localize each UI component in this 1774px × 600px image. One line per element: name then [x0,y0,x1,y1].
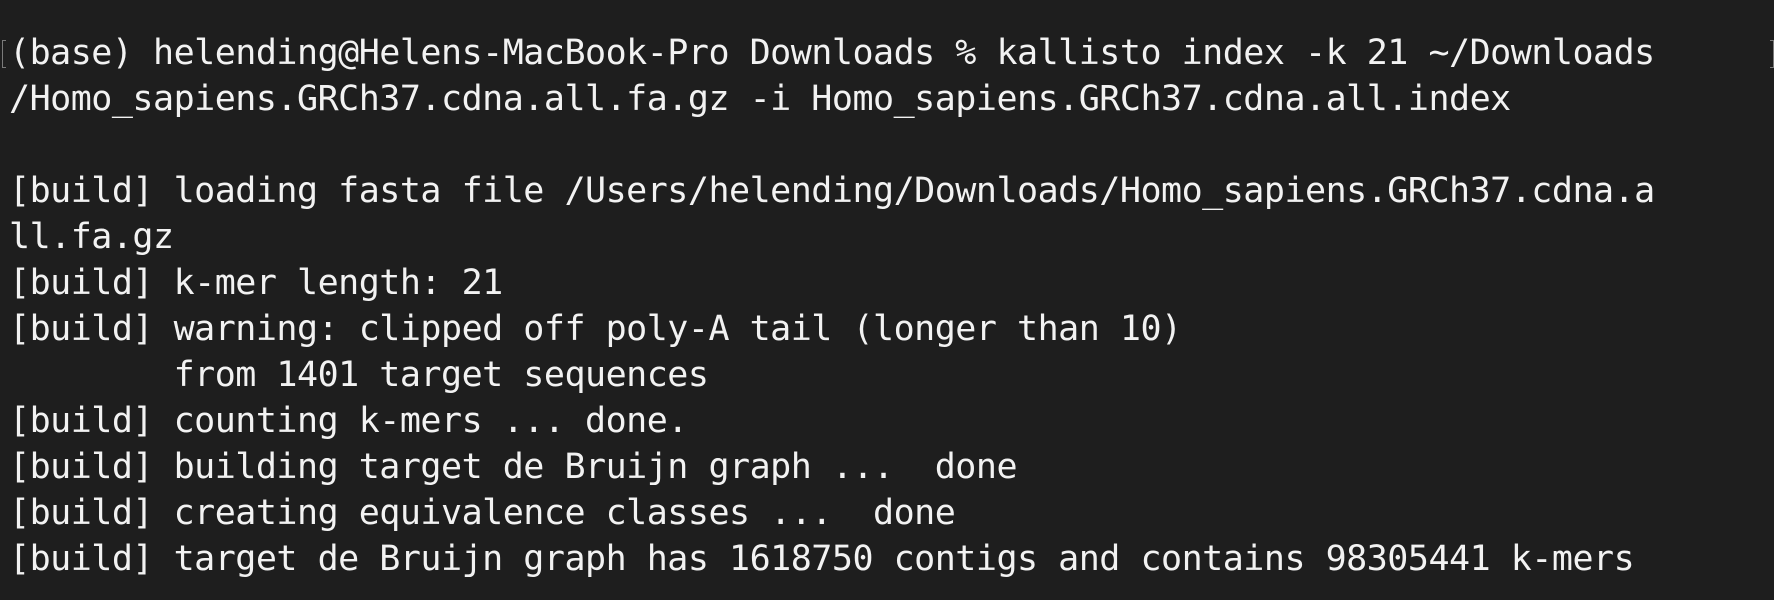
output-line: [build] creating equivalence classes ...… [9,493,956,533]
output-line: from 1401 target sequences [9,355,709,395]
command-line-2: /Homo_sapiens.GRCh37.cdna.all.fa.gz -i H… [9,79,1511,119]
output-line: [build] warning: clipped off poly-A tail… [9,309,1182,349]
terminal-window[interactable]: (base) helending@Helens-MacBook-Pro Down… [0,0,1774,600]
output-line: [build] loading fasta file /Users/helend… [9,171,1655,211]
prompt-mark-icon [2,40,6,68]
output-line: ll.fa.gz [9,217,174,257]
output-line: [build] target de Bruijn graph has 16187… [9,539,1635,579]
output-line: [build] counting k-mers ... done. [9,401,688,441]
command-line-1: (base) helending@Helens-MacBook-Pro Down… [9,33,1655,73]
output-line: [build] k-mer length: 21 [9,263,503,303]
output-line: [build] building target de Bruijn graph … [9,447,1018,487]
line-wrap-mark-icon [1770,40,1774,68]
